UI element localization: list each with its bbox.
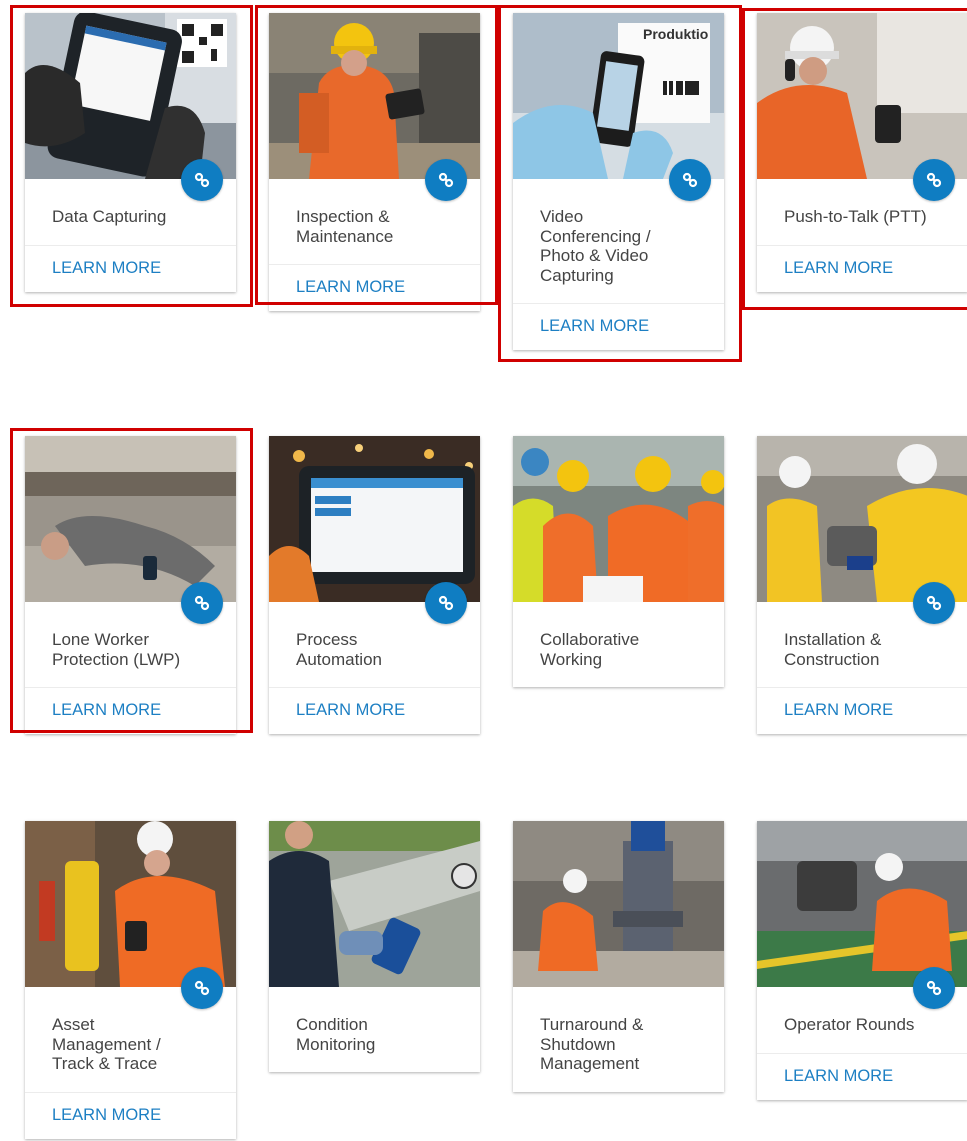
link-button[interactable] — [181, 159, 223, 201]
card-image — [25, 821, 236, 987]
link-button[interactable] — [913, 582, 955, 624]
card-image — [269, 436, 480, 602]
card-image — [269, 13, 480, 179]
learn-more-link[interactable]: LEARN MORE — [757, 244, 967, 292]
card-collaborative-working[interactable]: Collaborative Working — [513, 436, 724, 687]
card-title: Collaborative Working — [540, 630, 640, 669]
card-lone-worker-protection[interactable]: Lone Worker Protection (LWP) LEARN MORE — [25, 436, 236, 734]
card-condition-monitoring[interactable]: Condition Monitoring — [269, 821, 480, 1072]
card-image — [513, 821, 724, 987]
card-operator-rounds[interactable]: Operator Rounds LEARN MORE — [757, 821, 967, 1100]
card-image — [25, 436, 236, 602]
card-title: Turnaround & Shutdown Management — [540, 1015, 644, 1073]
link-icon — [926, 172, 942, 188]
link-button[interactable] — [669, 159, 711, 201]
learn-more-link[interactable]: LEARN MORE — [757, 687, 967, 734]
link-button[interactable] — [913, 159, 955, 201]
learn-more-link[interactable]: LEARN MORE — [269, 687, 480, 734]
link-button[interactable] — [425, 582, 467, 624]
link-icon — [194, 595, 210, 611]
link-button[interactable] — [425, 159, 467, 201]
card-title: Condition Monitoring — [296, 1015, 376, 1054]
learn-more-link[interactable]: LEARN MORE — [25, 1091, 236, 1139]
card-image — [25, 13, 236, 179]
link-icon — [926, 595, 942, 611]
card-asset-management[interactable]: Asset Management / Track & Trace LEARN M… — [25, 821, 236, 1139]
card-installation-construction[interactable]: Installation & Construction LEARN MORE — [757, 436, 967, 734]
card-image — [269, 821, 480, 987]
card-push-to-talk[interactable]: Push-to-Talk (PTT) LEARN MORE — [757, 13, 967, 292]
learn-more-link[interactable]: LEARN MORE — [25, 244, 236, 292]
link-icon — [682, 172, 698, 188]
link-button[interactable] — [181, 967, 223, 1009]
image-caption: Produktio — [643, 26, 709, 42]
card-image — [757, 13, 967, 179]
link-icon — [194, 172, 210, 188]
learn-more-link[interactable]: LEARN MORE — [513, 303, 724, 350]
link-icon — [438, 172, 454, 188]
card-inspection-maintenance[interactable]: Inspection & Maintenance LEARN MORE — [269, 13, 480, 311]
link-button[interactable] — [181, 582, 223, 624]
learn-more-link[interactable]: LEARN MORE — [757, 1052, 967, 1100]
link-icon — [194, 980, 210, 996]
card-image — [513, 436, 724, 602]
card-process-automation[interactable]: Process Automation LEARN MORE — [269, 436, 480, 734]
card-data-capturing[interactable]: Data Capturing LEARN MORE — [25, 13, 236, 292]
learn-more-link[interactable]: LEARN MORE — [25, 687, 236, 734]
link-icon — [926, 980, 942, 996]
link-button[interactable] — [913, 967, 955, 1009]
learn-more-link[interactable]: LEARN MORE — [269, 264, 480, 311]
card-image — [757, 821, 967, 987]
card-image — [757, 436, 967, 602]
link-icon — [438, 595, 454, 611]
card-image: Produktio — [513, 13, 724, 179]
card-turnaround-shutdown[interactable]: Turnaround & Shutdown Management — [513, 821, 724, 1092]
card-video-conferencing[interactable]: Produktio Video Conferencing / Photo & V… — [513, 13, 724, 350]
